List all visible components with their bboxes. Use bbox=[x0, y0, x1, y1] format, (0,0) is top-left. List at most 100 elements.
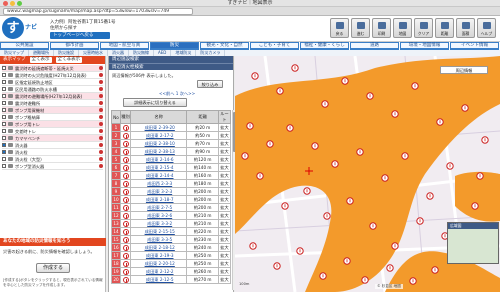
close-window-icon[interactable] bbox=[3, 1, 8, 6]
layer-checkbox[interactable] bbox=[2, 122, 6, 126]
layer-expand-icon[interactable] bbox=[99, 101, 103, 105]
layer-item[interactable]: 区民用通路の防火水槽 bbox=[2, 86, 103, 93]
zoom-link[interactable]: 拡大 bbox=[218, 195, 231, 204]
table-row[interactable]: 16 成田東 2-18-12 約240 m 拡大 bbox=[111, 243, 231, 252]
zoom-link[interactable]: 拡大 bbox=[218, 171, 231, 180]
zoom-link[interactable]: 拡大 bbox=[218, 163, 231, 172]
table-row[interactable]: 19 成田東 2-12-2 約260 m 拡大 bbox=[111, 267, 231, 276]
table-row[interactable]: 4 成田東 2-38-13 約90 m 拡大 bbox=[111, 147, 231, 156]
layer-item[interactable]: ポンプ格納庫 bbox=[2, 114, 103, 121]
address-search-link[interactable]: 住所から探す bbox=[50, 25, 77, 31]
back-to-top-button[interactable]: トップページへ戻る bbox=[50, 32, 110, 39]
surrounding-info-button[interactable]: 周辺情報 bbox=[440, 66, 488, 74]
tool-button[interactable]: 距離 bbox=[435, 18, 454, 38]
category-tab[interactable]: 道路 bbox=[350, 42, 399, 50]
maximize-window-icon[interactable] bbox=[17, 1, 22, 6]
hydrant-name-link[interactable]: 成田東 3-3-5 bbox=[129, 235, 188, 244]
zoom-link[interactable]: 拡大 bbox=[218, 235, 231, 244]
hydrant-name-link[interactable]: 成田東 2-39-20 bbox=[129, 123, 188, 132]
zoom-link[interactable]: 拡大 bbox=[218, 275, 231, 284]
layer-checkbox[interactable] bbox=[2, 108, 6, 112]
zoom-link[interactable]: 拡大 bbox=[218, 259, 231, 268]
zoom-link[interactable]: 拡大 bbox=[218, 203, 231, 212]
layer-expand-icon[interactable] bbox=[99, 150, 103, 154]
layer-checkbox[interactable] bbox=[2, 143, 6, 147]
layer-checkbox[interactable] bbox=[2, 129, 6, 133]
table-row[interactable]: 1 成田東 2-39-20 約20 m 拡大 bbox=[111, 123, 231, 132]
table-row[interactable]: 10 成田東 2-18-7 約200 m 拡大 bbox=[111, 195, 231, 204]
zoom-link[interactable]: 拡大 bbox=[218, 211, 231, 220]
layer-item[interactable]: 消火栓（大型） bbox=[2, 156, 103, 163]
table-row[interactable]: 18 成田東 2-20-12 約250 m 拡大 bbox=[111, 259, 231, 268]
tool-button[interactable]: 地図 bbox=[393, 18, 412, 38]
hydrant-name-link[interactable]: 成田東 2-12-2 bbox=[129, 267, 188, 276]
zoom-link[interactable]: 拡大 bbox=[218, 139, 231, 148]
table-row[interactable]: 13 成田東 3-3-2 約210 m 拡大 bbox=[111, 219, 231, 228]
hydrant-name-link[interactable]: 成田東 2-38-10 bbox=[129, 139, 188, 148]
table-row[interactable]: 11 成田東 2-7-5 約200 m 拡大 bbox=[111, 203, 231, 212]
zoom-link[interactable]: 拡大 bbox=[218, 219, 231, 228]
layer-checkbox[interactable] bbox=[2, 157, 6, 161]
layer-expand-icon[interactable] bbox=[99, 66, 103, 70]
layer-item[interactable]: カマヤベンチ bbox=[2, 135, 103, 142]
table-row[interactable]: 12 成田東 3-2-6 約210 m 拡大 bbox=[111, 211, 231, 220]
hydrant-name-link[interactable]: 成田西 2-3-3 bbox=[129, 179, 188, 188]
map-view[interactable]: 周辺情報 広域図 100m © 杉並区 地図 bbox=[235, 56, 500, 292]
layer-checkbox[interactable] bbox=[2, 150, 6, 154]
layer-checkbox[interactable] bbox=[2, 66, 6, 70]
layer-item[interactable]: 消火栓 bbox=[2, 149, 103, 156]
layer-checkbox[interactable] bbox=[2, 80, 6, 84]
hydrant-name-link[interactable]: 成田東 2-18-12 bbox=[129, 243, 188, 252]
hydrant-name-link[interactable]: 成田東 2-15-15 bbox=[129, 227, 188, 236]
zoom-link[interactable]: 拡大 bbox=[218, 179, 231, 188]
zoom-link[interactable]: 拡大 bbox=[218, 123, 231, 132]
category-tab[interactable]: 観光・文化・自然 bbox=[200, 42, 249, 50]
zoom-link[interactable]: 拡大 bbox=[218, 227, 231, 236]
table-row[interactable]: 8 成田西 2-3-3 約180 m 拡大 bbox=[111, 179, 231, 188]
layer-expand-icon[interactable] bbox=[99, 136, 103, 140]
layer-checkbox[interactable] bbox=[2, 164, 6, 168]
hydrant-name-link[interactable]: 成田東 2-12-5 bbox=[129, 275, 188, 284]
logo-icon[interactable]: す bbox=[2, 17, 24, 39]
table-row[interactable]: 17 成田東 2-19-3 約250 m 拡大 bbox=[111, 251, 231, 260]
layer-checkbox[interactable] bbox=[2, 94, 6, 98]
zoom-link[interactable]: 拡大 bbox=[218, 251, 231, 260]
narrow-down-button[interactable]: 絞り込み bbox=[197, 80, 223, 88]
hide-all-button[interactable]: 全て非表示 bbox=[55, 57, 82, 63]
show-all-button[interactable]: 全て表示 bbox=[29, 57, 52, 63]
layer-checkbox[interactable] bbox=[2, 73, 6, 77]
layer-expand-icon[interactable] bbox=[99, 115, 103, 119]
zoom-link[interactable]: 拡大 bbox=[218, 267, 231, 276]
category-tab[interactable]: こども・子育て bbox=[250, 42, 299, 50]
zoom-link[interactable]: 拡大 bbox=[218, 155, 231, 164]
layer-item[interactable]: ポンプ用資機材 bbox=[2, 107, 103, 114]
hydrant-name-link[interactable]: 成田東 2-17-2 bbox=[129, 131, 188, 140]
table-row[interactable]: 20 成田東 2-12-5 約270 m 拡大 bbox=[111, 275, 231, 284]
zoom-link[interactable]: 拡大 bbox=[218, 147, 231, 156]
layer-item[interactable]: 震災時避難所 bbox=[2, 100, 103, 107]
layer-checkbox[interactable] bbox=[2, 101, 6, 105]
tool-button[interactable]: ヘルプ bbox=[477, 18, 496, 38]
hydrant-name-link[interactable]: 成田東 2-18-7 bbox=[129, 195, 188, 204]
hydrant-name-link[interactable]: 成田東 2-14-4 bbox=[129, 171, 188, 180]
layer-expand-icon[interactable] bbox=[99, 108, 103, 112]
category-tab[interactable]: 公共施設 bbox=[0, 42, 49, 50]
layer-expand-icon[interactable] bbox=[99, 143, 103, 147]
layer-checkbox[interactable] bbox=[2, 115, 6, 119]
zoom-link[interactable]: 拡大 bbox=[218, 131, 231, 140]
table-row[interactable]: 3 成田東 2-38-10 約70 m 拡大 bbox=[111, 139, 231, 148]
hydrant-name-link[interactable]: 成田東 2-20-12 bbox=[129, 259, 188, 268]
tool-button[interactable]: 印刷 bbox=[372, 18, 391, 38]
detail-view-button[interactable]: 詳細表示に切り替える bbox=[123, 98, 187, 107]
layer-expand-icon[interactable] bbox=[99, 164, 103, 168]
layer-expand-icon[interactable] bbox=[99, 87, 103, 91]
layer-item[interactable]: ポンプ用トレ bbox=[2, 121, 103, 128]
layer-item[interactable]: 区指定延焼防止地区 bbox=[2, 79, 103, 86]
create-map-button[interactable]: 作成する bbox=[36, 263, 70, 273]
layer-expand-icon[interactable] bbox=[99, 73, 103, 77]
layer-expand-icon[interactable] bbox=[99, 80, 103, 84]
category-tab[interactable]: イベント情報 bbox=[450, 42, 499, 50]
hydrant-name-link[interactable]: 成田東 2-19-3 bbox=[129, 251, 188, 260]
layer-expand-icon[interactable] bbox=[99, 129, 103, 133]
layer-item[interactable]: 消火器 bbox=[2, 142, 103, 149]
